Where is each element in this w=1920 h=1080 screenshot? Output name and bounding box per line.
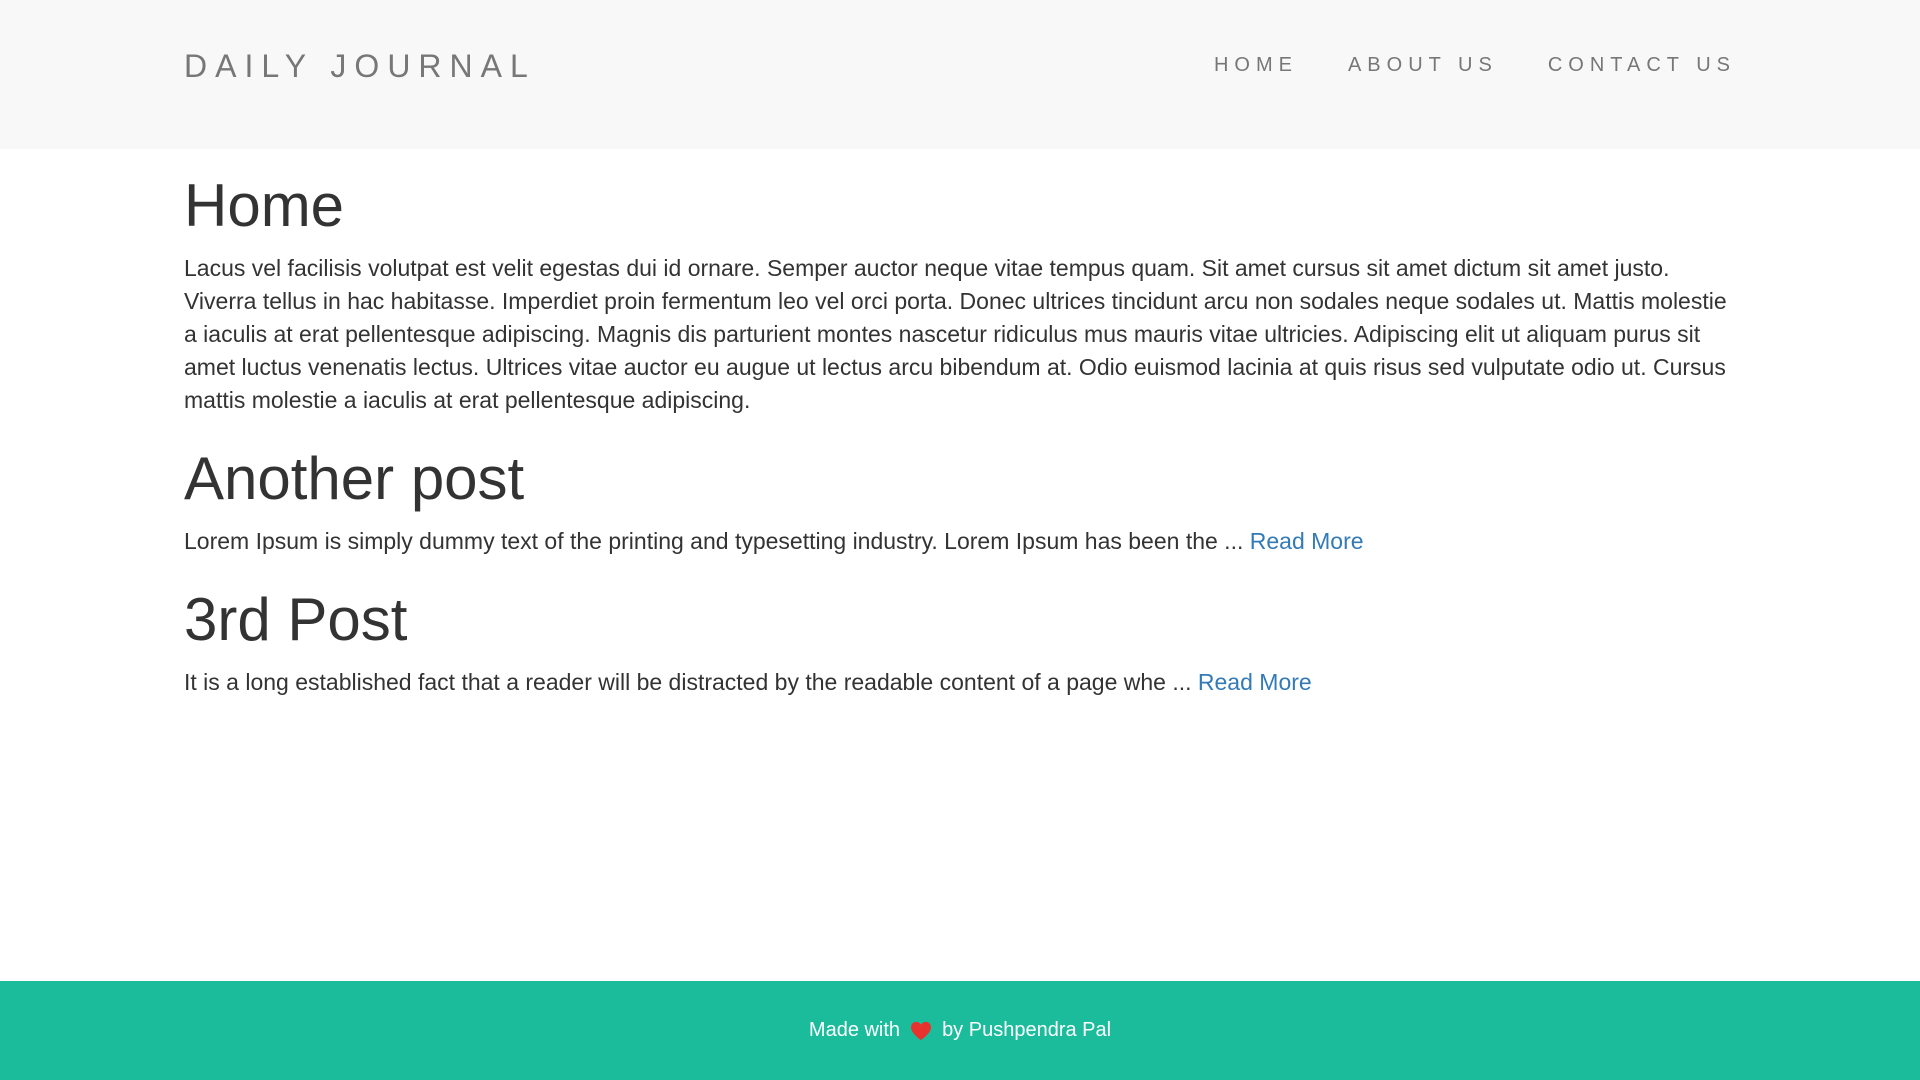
nav-menu: HOME ABOUT US CONTACT US <box>1214 53 1736 77</box>
home-body-text: Lacus vel facilisis volutpat est velit e… <box>184 255 1727 413</box>
brand-logo[interactable]: DAILY JOURNAL <box>184 48 536 84</box>
footer-prefix-text: Made with <box>808 1019 901 1041</box>
post-title: Another post <box>184 445 525 512</box>
post-preview: Another post Lorem Ipsum is simply dummy… <box>184 443 1736 558</box>
post-excerpt-text: Lorem Ipsum is simply dummy text of the … <box>184 528 1244 554</box>
post-excerpt: Lorem Ipsum is simply dummy text of the … <box>184 525 1736 558</box>
footer: Made with by Pushpendra Pal <box>0 981 1920 1080</box>
read-more-link[interactable]: Read More <box>1198 669 1312 695</box>
post-excerpt-text: It is a long established fact that a rea… <box>184 669 1192 695</box>
nav-link-contact-us[interactable]: CONTACT US <box>1548 53 1736 77</box>
page-title: Home <box>184 172 345 239</box>
heart-icon <box>910 1021 932 1041</box>
navbar: DAILY JOURNAL HOME ABOUT US CONTACT US <box>0 0 1920 149</box>
post-preview: 3rd Post It is a long established fact t… <box>184 584 1736 699</box>
nav-link-home[interactable]: HOME <box>1214 53 1298 77</box>
post-title: 3rd Post <box>184 586 408 653</box>
main-content: Home Lacus vel facilisis volutpat est ve… <box>184 170 1736 699</box>
footer-suffix-text: by Pushpendra Pal <box>942 1019 1112 1041</box>
post-excerpt: It is a long established fact that a rea… <box>184 666 1736 699</box>
read-more-link[interactable]: Read More <box>1250 528 1364 554</box>
nav-link-about-us[interactable]: ABOUT US <box>1348 53 1498 77</box>
